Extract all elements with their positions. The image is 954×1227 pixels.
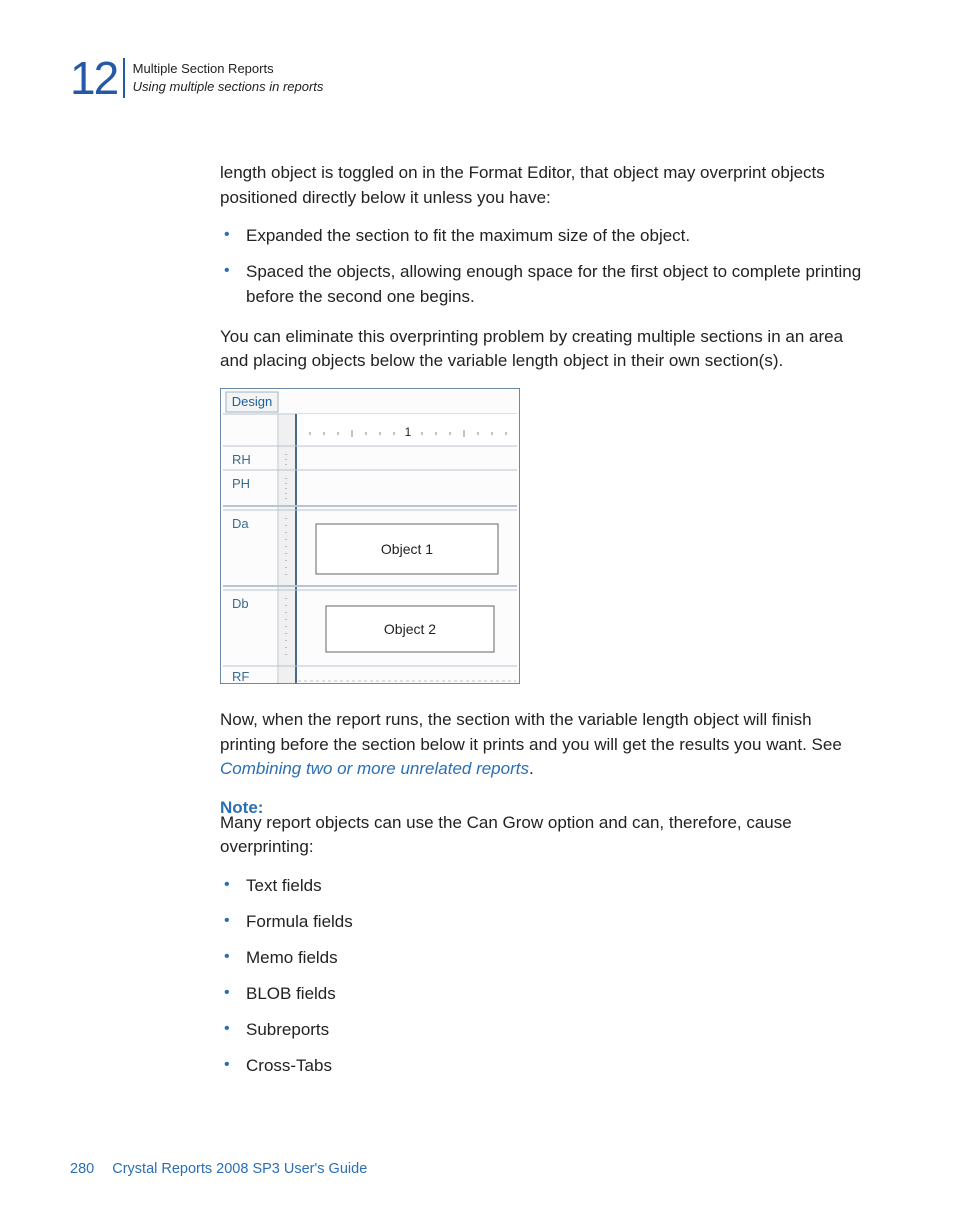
- design-tab-label: Design: [232, 394, 272, 409]
- header-text: Multiple Section Reports Using multiple …: [133, 60, 324, 95]
- paragraph-2: You can eliminate this overprinting prob…: [220, 325, 869, 374]
- bullet-list-a: Expanded the section to fit the maximum …: [220, 224, 869, 308]
- note-paragraph: Many report objects can use the Can Grow…: [220, 811, 869, 860]
- list-item: Spaced the objects, allowing enough spac…: [220, 260, 869, 308]
- para3-suffix: .: [529, 759, 534, 778]
- paragraph-3: Now, when the report runs, the section w…: [220, 708, 869, 782]
- list-item: Subreports: [220, 1018, 869, 1042]
- section-db-label: Db: [232, 596, 249, 611]
- header-divider: [123, 58, 125, 98]
- intro-paragraph: length object is toggled on in the Forma…: [220, 161, 869, 210]
- section-ph-label: PH: [232, 476, 250, 491]
- list-item: Memo fields: [220, 946, 869, 970]
- chapter-subtitle: Using multiple sections in reports: [133, 78, 324, 96]
- bullet-list-b: Text fields Formula fields Memo fields B…: [220, 874, 869, 1079]
- page-footer: 280 Crystal Reports 2008 SP3 User's Guid…: [70, 1161, 367, 1177]
- list-item: BLOB fields: [220, 982, 869, 1006]
- section-da-label: Da: [232, 516, 249, 531]
- page-header: 12 Multiple Section Reports Using multip…: [70, 55, 869, 101]
- list-item: Formula fields: [220, 910, 869, 934]
- section-rf-label: RF: [232, 669, 249, 684]
- design-diagram: Design: [220, 388, 869, 684]
- chapter-number: 12: [70, 55, 123, 101]
- combining-reports-link[interactable]: Combining two or more unrelated reports: [220, 759, 529, 778]
- object-1-label: Object 1: [381, 541, 433, 557]
- ruler-mark: 1: [405, 425, 412, 439]
- para3-prefix: Now, when the report runs, the section w…: [220, 710, 842, 754]
- book-title: Crystal Reports 2008 SP3 User's Guide: [112, 1161, 367, 1177]
- list-item: Expanded the section to fit the maximum …: [220, 224, 869, 248]
- list-item: Text fields: [220, 874, 869, 898]
- object-2-label: Object 2: [384, 621, 436, 637]
- list-item: Cross-Tabs: [220, 1054, 869, 1078]
- chapter-title: Multiple Section Reports: [133, 60, 324, 78]
- section-rh-label: RH: [232, 452, 251, 467]
- page-number: 280: [70, 1161, 94, 1177]
